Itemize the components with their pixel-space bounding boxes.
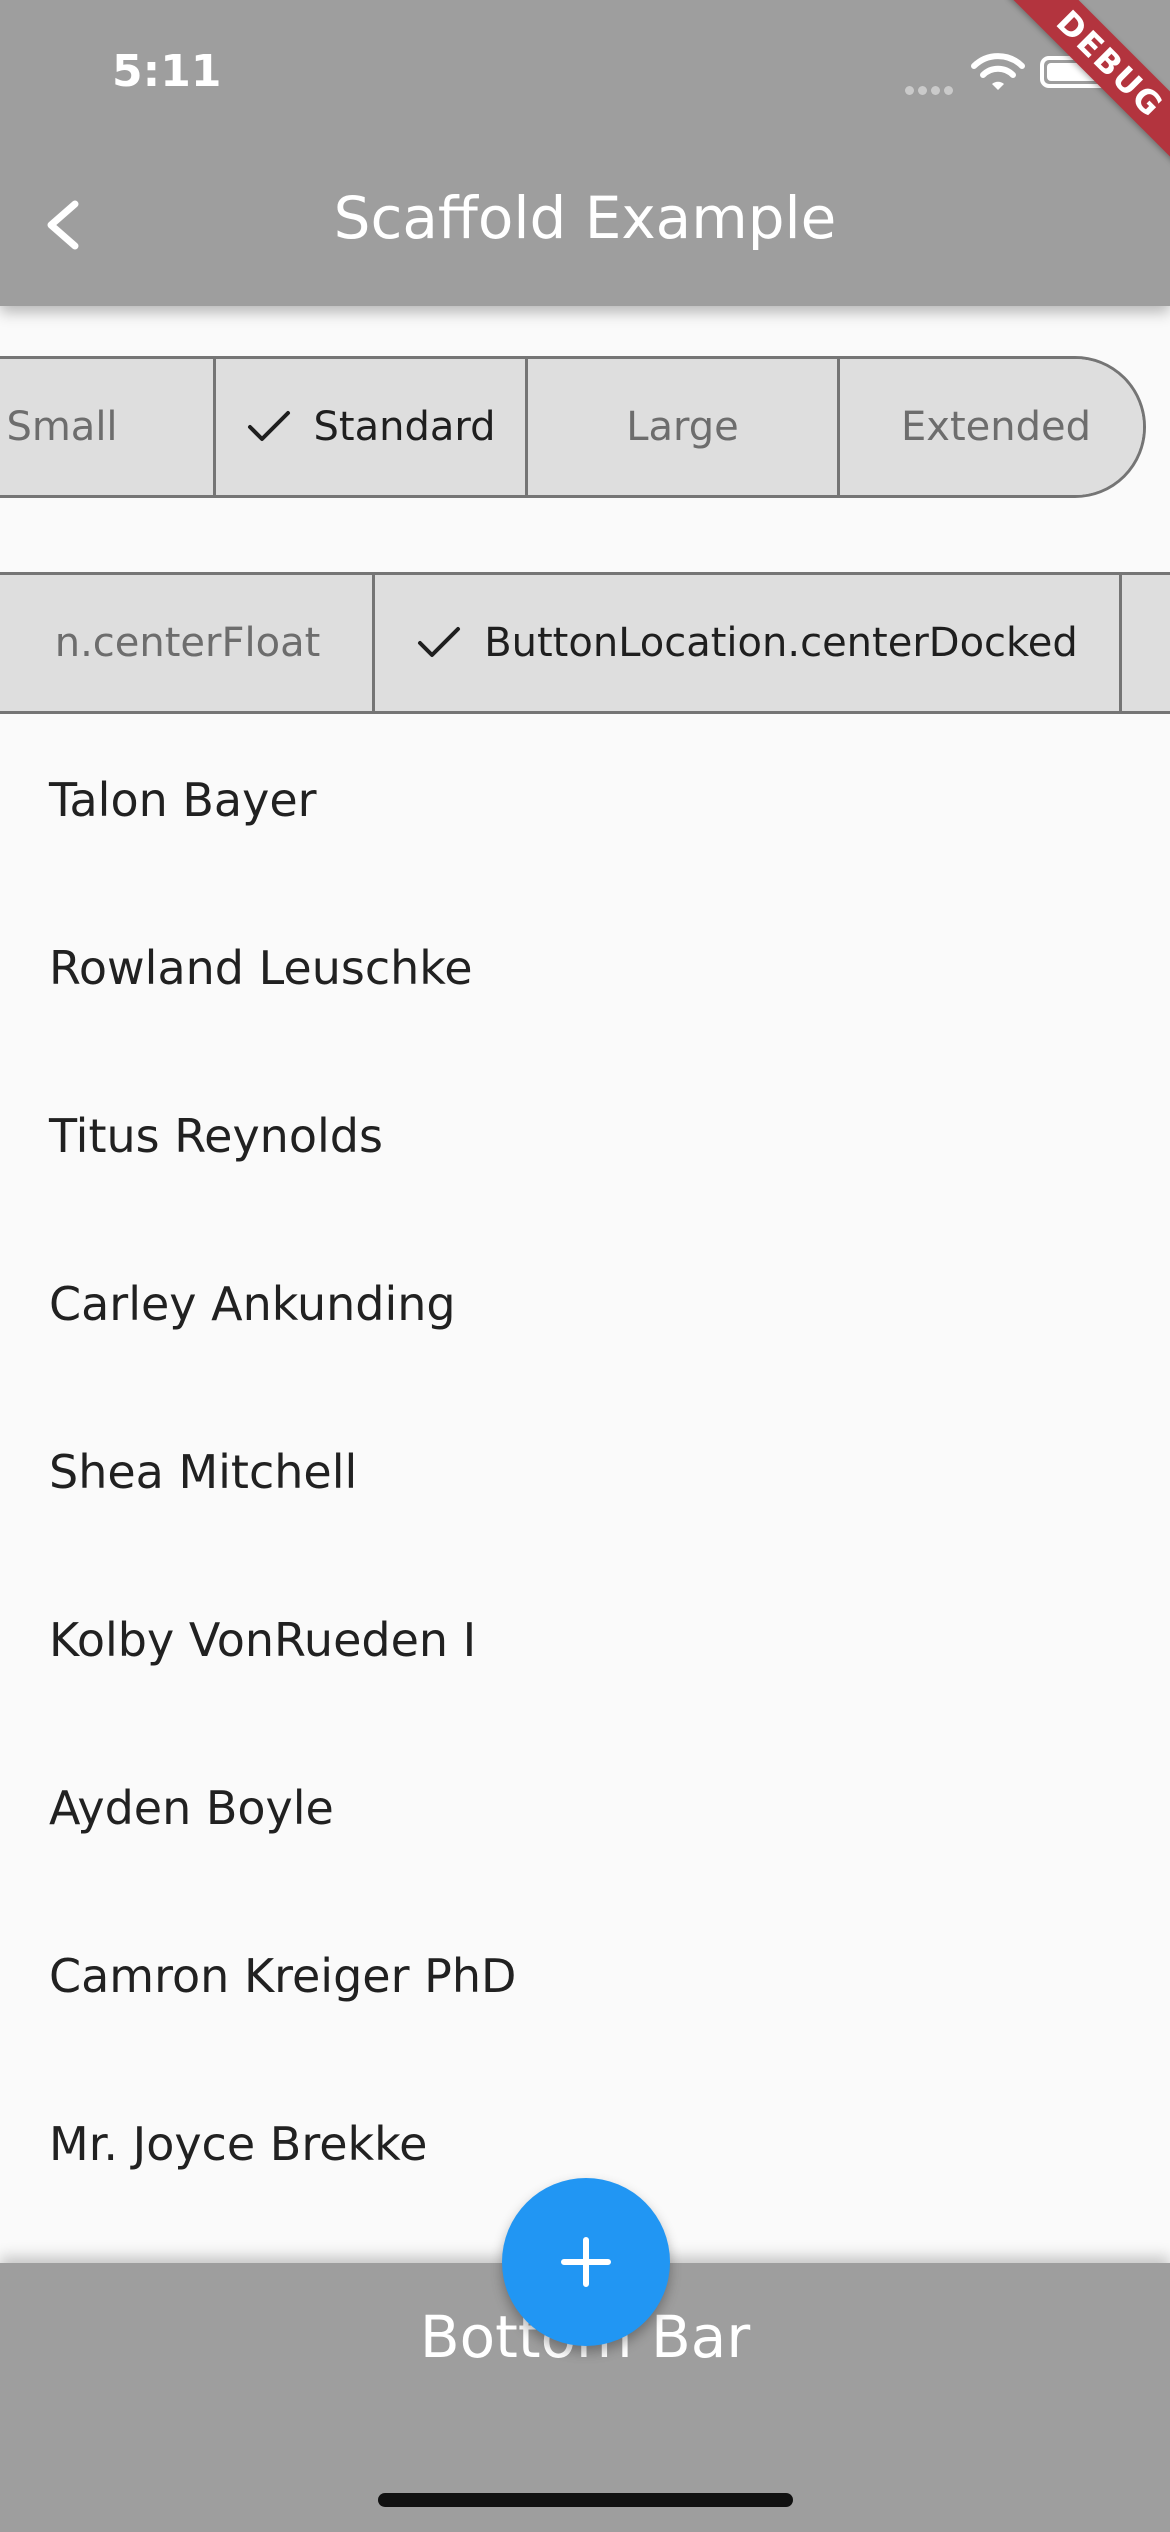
wifi-icon	[971, 53, 1025, 90]
segment-extended[interactable]: Extended	[840, 359, 1143, 495]
list-item[interactable]: Kolby VonRueden I	[0, 1556, 1170, 1724]
list-item[interactable]: Talon Bayer	[0, 716, 1170, 884]
list-item[interactable]: Camron Kreiger PhD	[0, 1892, 1170, 2060]
fab-size-selector: Small Standard Large Extended	[0, 356, 1170, 498]
fab-location-selector: n.centerFloat ButtonLocation.centerDocke…	[0, 572, 1170, 714]
check-icon	[418, 627, 461, 657]
names-list: Talon Bayer Rowland Leuschke Titus Reyno…	[0, 716, 1170, 2228]
segment-label: n.centerFloat	[54, 620, 321, 666]
signal-icon	[905, 80, 961, 95]
segment-label: Extended	[901, 404, 1091, 450]
segment-standard[interactable]: Standard	[216, 359, 528, 495]
segment-label: Large	[626, 404, 739, 450]
list-item[interactable]: Titus Reynolds	[0, 1052, 1170, 1220]
segmented-button-group: Small Standard Large Extended	[0, 356, 1146, 498]
list-item[interactable]: Ayden Boyle	[0, 1724, 1170, 1892]
check-icon	[247, 411, 290, 441]
segment-next[interactable]	[1122, 575, 1170, 711]
segment-label: ButtonLocation.centerDocked	[484, 620, 1078, 666]
status-time: 5:11	[112, 46, 222, 97]
add-fab-button[interactable]	[502, 2178, 670, 2346]
plus-icon	[561, 2237, 611, 2287]
list-item[interactable]: Shea Mitchell	[0, 1388, 1170, 1556]
list-item[interactable]: Rowland Leuschke	[0, 884, 1170, 1052]
segment-center-float[interactable]: n.centerFloat	[0, 575, 375, 711]
segment-center-docked[interactable]: ButtonLocation.centerDocked	[375, 575, 1122, 711]
segment-large[interactable]: Large	[528, 359, 840, 495]
segment-small[interactable]: Small	[0, 359, 216, 495]
list-item[interactable]: Carley Ankunding	[0, 1220, 1170, 1388]
segmented-button-group: n.centerFloat ButtonLocation.centerDocke…	[0, 572, 1170, 714]
segment-label: Standard	[313, 404, 496, 450]
app-bar: 5:11 Scaffold Example	[0, 0, 1170, 306]
home-indicator[interactable]	[378, 2493, 793, 2507]
page-title: Scaffold Example	[333, 184, 837, 252]
segment-label: Small	[6, 404, 118, 450]
